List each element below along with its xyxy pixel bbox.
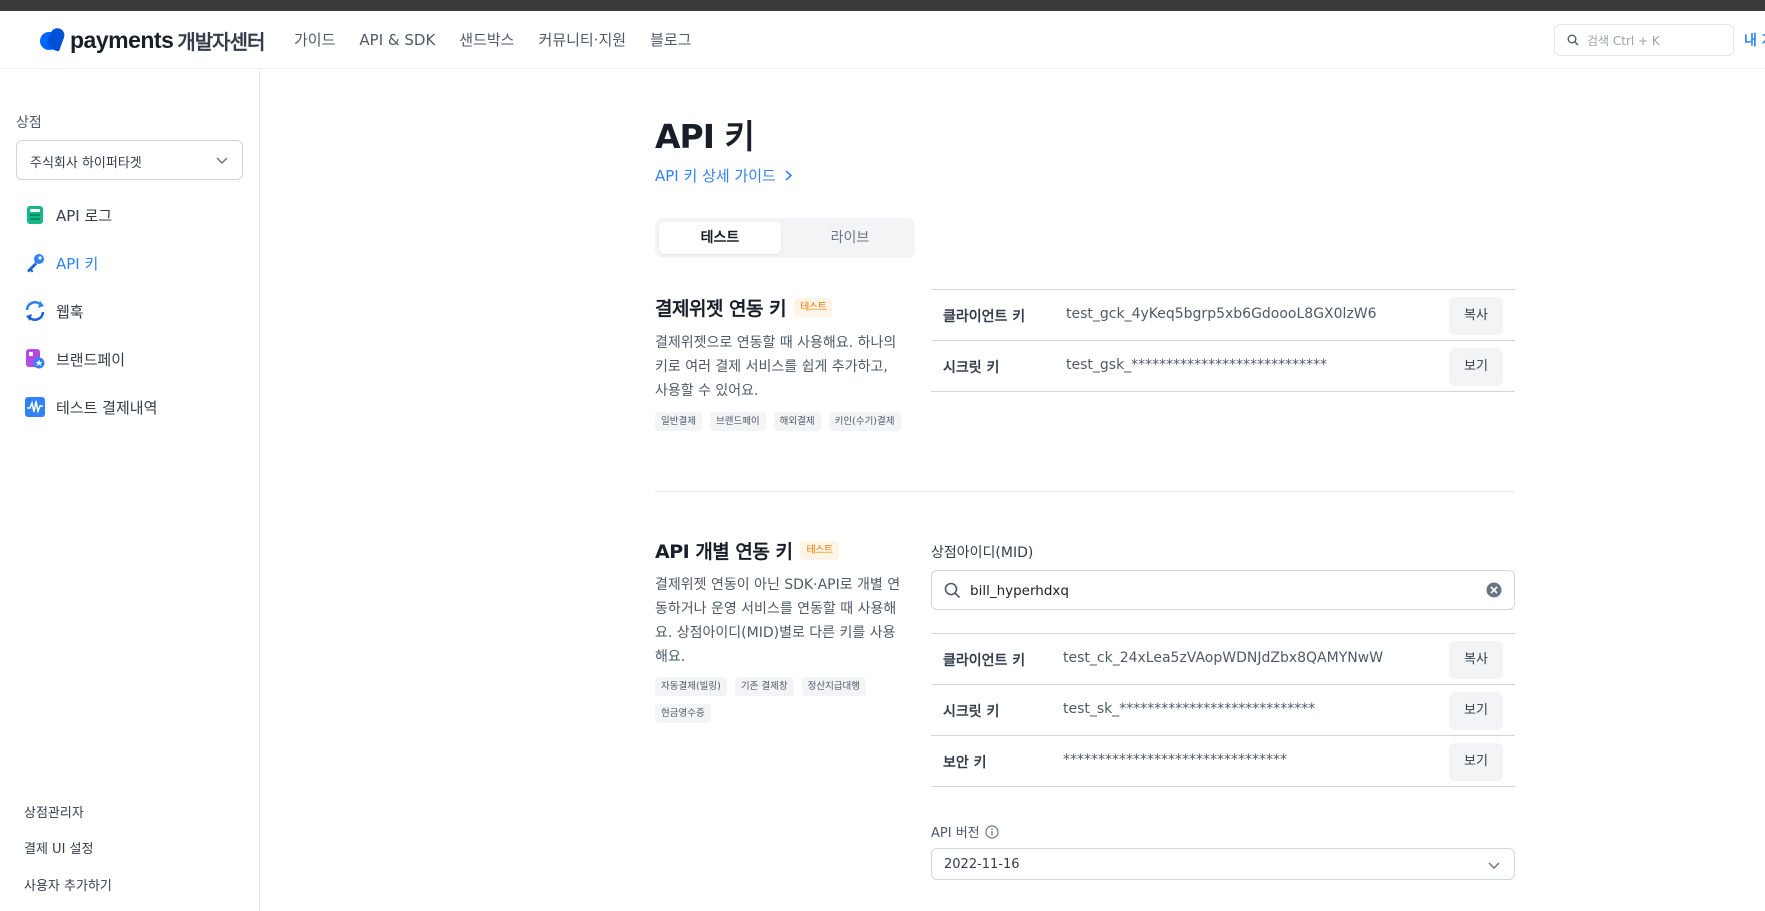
mid-label: 상점아이디(MID) xyxy=(931,545,1034,561)
logo-word: payments xyxy=(70,26,174,53)
section-divider xyxy=(655,491,1515,492)
key-value: test_gck_4yKeq5bgrp5xb6GdoooL8GX0lzW6 xyxy=(1066,306,1377,322)
sidebar-item-api-log[interactable]: API 로그 xyxy=(24,200,244,230)
page-title: API 키 xyxy=(655,117,755,156)
info-icon[interactable] xyxy=(985,824,999,839)
guide-link-label: API 키 상세 가이드 xyxy=(655,167,776,185)
tag: 해외결제 xyxy=(773,412,821,431)
tag: 키인(수기)결제 xyxy=(828,412,901,431)
tag: 정산지급대행 xyxy=(801,677,867,696)
api-key-table: 클라이언트 키 test_ck_24xLea5zVAopWDNJdZbx8QAM… xyxy=(931,633,1515,787)
tag: 브랜드페이 xyxy=(709,412,766,431)
search-icon xyxy=(944,582,961,599)
tag: 현금영수증 xyxy=(655,704,711,723)
search-icon xyxy=(1567,34,1579,46)
environment-tabs: 테스트 라이브 xyxy=(655,218,915,258)
logo[interactable]: payments 개발자센터 xyxy=(40,25,265,55)
sidebar-footer-add-user[interactable]: 사용자 추가하기 xyxy=(24,875,112,894)
tag: 일반결제 xyxy=(655,412,702,431)
api-title-text: API 개별 연동 키 xyxy=(655,541,793,563)
copy-button[interactable]: 복사 xyxy=(1449,297,1503,335)
key-value: test_sk_**************************** xyxy=(1063,701,1316,717)
api-section-desc: 결제위젯 연동이 아닌 SDK·API로 개별 연동하거나 운영 서비스를 연동… xyxy=(655,577,901,665)
widget-tags: 일반결제 브랜드페이 해외결제 키인(수기)결제 xyxy=(655,412,910,431)
shop-select[interactable]: 주식회사 하이퍼타겟 xyxy=(16,140,243,180)
sidebar-item-label: API 로그 xyxy=(56,206,113,225)
api-version-value: 2022-11-16 xyxy=(944,857,1020,872)
tab-test[interactable]: 테스트 xyxy=(659,222,781,254)
key-row-client: 클라이언트 키 test_ck_24xLea5zVAopWDNJdZbx8QAM… xyxy=(931,634,1515,685)
tag: 자동결제(빌링) xyxy=(655,677,727,696)
key-row-client: 클라이언트 키 test_gck_4yKeq5bgrp5xb6GdoooL8GX… xyxy=(931,290,1515,341)
widget-key-table: 클라이언트 키 test_gck_4yKeq5bgrp5xb6GdoooL8GX… xyxy=(931,289,1515,392)
api-version-text: API 버전 xyxy=(931,826,980,841)
webhook-icon xyxy=(24,300,46,322)
key-label: 클라이언트 키 xyxy=(943,653,1026,669)
key-value: ******************************** xyxy=(1063,752,1287,768)
top-nav: 가이드 API & SDK 샌드박스 커뮤니티·지원 블로그 xyxy=(294,29,715,51)
mid-input[interactable] xyxy=(970,581,1470,601)
sidebar-item-brandpay[interactable]: 브랜드페이 xyxy=(24,344,244,374)
nav-sandbox[interactable]: 샌드박스 xyxy=(459,29,514,51)
sidebar-footer-merchant-admin[interactable]: 상점관리자 xyxy=(24,802,84,821)
reveal-button[interactable]: 보기 xyxy=(1449,743,1503,781)
status-badge: 테스트 xyxy=(800,541,839,560)
sidebar-item-label: 테스트 결제내역 xyxy=(56,398,158,417)
key-value: test_gsk_**************************** xyxy=(1066,357,1328,373)
sidebar-item-label: API 키 xyxy=(56,254,99,273)
clear-icon[interactable] xyxy=(1486,582,1502,598)
api-key-guide-link[interactable]: API 키 상세 가이드 xyxy=(655,165,793,186)
widget-section-desc: 결제위젯으로 연동할 때 사용해요. 하나의 키로 여러 결제 서비스를 쉽게 … xyxy=(655,335,897,399)
nav-community[interactable]: 커뮤니티·지원 xyxy=(538,29,626,51)
api-version-label: API 버전 xyxy=(931,822,999,841)
log-icon xyxy=(24,204,46,226)
sidebar-item-api-key[interactable]: API 키 xyxy=(24,248,244,278)
api-section-title: API 개별 연동 키 테스트 xyxy=(655,537,839,564)
reveal-button[interactable]: 보기 xyxy=(1449,348,1503,386)
sidebar-item-label: 브랜드페이 xyxy=(56,350,126,369)
mid-search-field[interactable] xyxy=(931,570,1515,610)
search-input[interactable] xyxy=(1587,31,1727,51)
status-badge: 테스트 xyxy=(794,298,833,317)
tag: 기존 결제창 xyxy=(734,677,794,696)
logo-mark-icon xyxy=(40,26,67,52)
header: payments 개발자센터 가이드 API & SDK 샌드박스 커뮤니티·지… xyxy=(0,11,1765,69)
nav-api-sdk[interactable]: API & SDK xyxy=(359,29,435,51)
search-box[interactable] xyxy=(1554,24,1734,56)
api-version-select[interactable]: 2022-11-16 xyxy=(931,848,1515,880)
key-icon xyxy=(24,252,46,274)
key-label: 클라이언트 키 xyxy=(943,309,1026,325)
api-tags: 자동결제(빌링) 기존 결제창 정산지급대행 현금영수증 xyxy=(655,677,910,723)
key-row-secret: 시크릿 키 test_sk_**************************… xyxy=(931,685,1515,736)
chevron-down-icon xyxy=(1488,862,1500,870)
my-developer-center-link[interactable]: 내 개 xyxy=(1744,30,1765,50)
sidebar-item-webhook[interactable]: 웹훅 xyxy=(24,296,244,326)
shop-label: 상점 xyxy=(16,115,42,131)
widget-title-text: 결제위젯 연동 키 xyxy=(655,298,787,320)
key-row-security: 보안 키 ******************************** 보기 xyxy=(931,736,1515,787)
sidebar-footer-payment-ui[interactable]: 결제 UI 설정 xyxy=(24,838,93,857)
sidebar-item-test-history[interactable]: 테스트 결제내역 xyxy=(24,392,244,422)
sidebar: 상점 주식회사 하이퍼타겟 API 로그 API 키 웹훅 브랜드페이 테스트 … xyxy=(0,70,260,911)
reveal-button[interactable]: 보기 xyxy=(1449,692,1503,730)
brandpay-icon xyxy=(24,348,46,370)
nav-blog[interactable]: 블로그 xyxy=(650,29,691,51)
nav-guide[interactable]: 가이드 xyxy=(294,29,335,51)
chevron-right-icon xyxy=(785,170,792,181)
key-label: 시크릿 키 xyxy=(943,360,1000,376)
tab-live[interactable]: 라이브 xyxy=(789,222,911,254)
key-label: 보안 키 xyxy=(943,755,987,771)
chevron-down-icon xyxy=(216,157,228,165)
test-history-icon xyxy=(24,396,46,418)
shop-select-value: 주식회사 하이퍼타겟 xyxy=(30,156,142,171)
key-label: 시크릿 키 xyxy=(943,704,1000,720)
window-top-strip xyxy=(0,0,1765,11)
copy-button[interactable]: 복사 xyxy=(1449,641,1503,679)
logo-subtitle: 개발자센터 xyxy=(177,29,265,54)
key-row-secret: 시크릿 키 test_gsk_*************************… xyxy=(931,341,1515,392)
sidebar-item-label: 웹훅 xyxy=(56,302,84,321)
key-value: test_ck_24xLea5zVAopWDNJdZbx8QAMYNwW xyxy=(1063,650,1384,666)
widget-section-title: 결제위젯 연동 키 테스트 xyxy=(655,294,833,321)
